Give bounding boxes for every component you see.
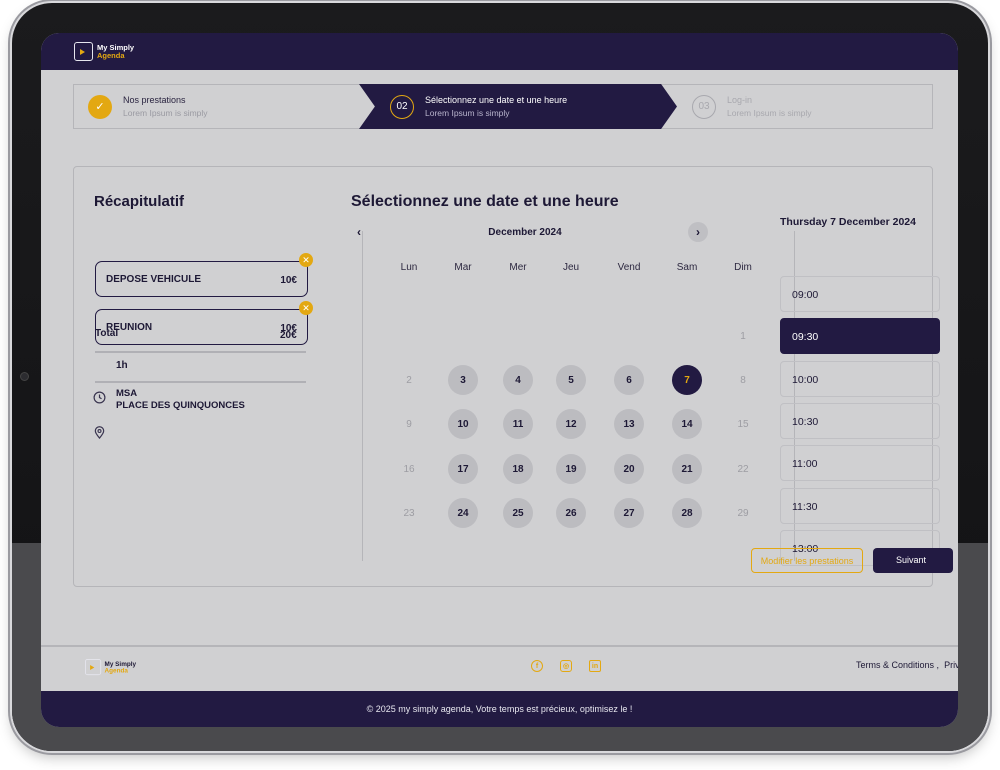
copyright-bar: © 2025 my simply agenda, Votre temps est…	[41, 691, 958, 727]
footer-divider	[41, 645, 958, 647]
footer-links: Terms & Conditions , Privacy Policy	[856, 660, 958, 670]
brand-line2: Agenda	[104, 666, 128, 674]
linkedin-icon[interactable]: in	[589, 660, 601, 672]
facebook-icon[interactable]: f	[531, 660, 543, 672]
instagram-icon[interactable]: ◎	[560, 660, 572, 672]
terms-link[interactable]: Terms & Conditions	[856, 660, 934, 670]
link-separator: ,	[936, 660, 940, 670]
calendar-logo-icon	[85, 659, 102, 676]
copyright-text: © 2025 my simply agenda, Votre temps est…	[366, 704, 633, 714]
camera-dot	[20, 372, 29, 381]
privacy-link[interactable]: Privacy Policy	[944, 660, 958, 670]
app-screen: My Simply Agenda ✓ Nos prestations Lorem…	[41, 33, 958, 727]
footer-clip: My Simply Agenda f ◎ in Terms & Conditio…	[41, 33, 958, 727]
footer-logo[interactable]: My Simply Agenda	[85, 659, 136, 676]
